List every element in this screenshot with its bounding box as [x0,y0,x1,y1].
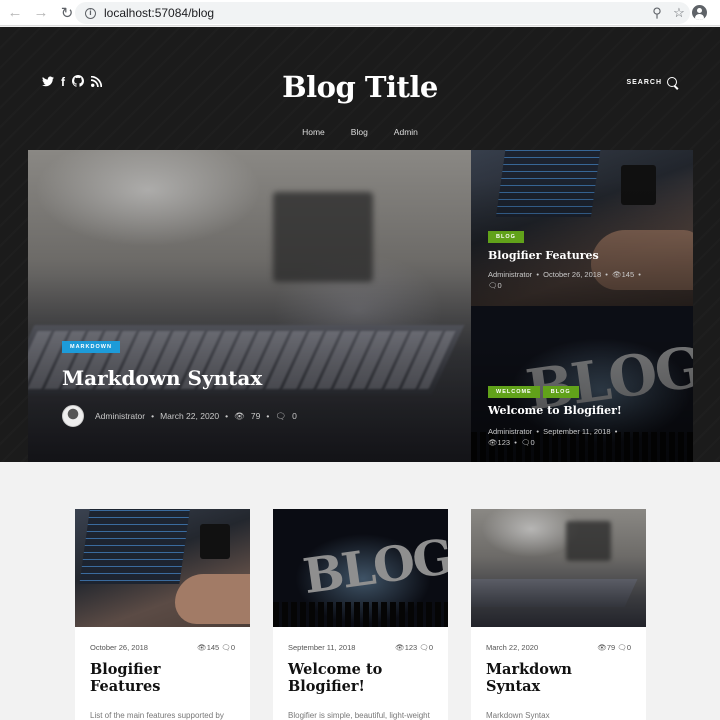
views-icon: 👁 [612,270,622,279]
featured-post-title[interactable]: Markdown Syntax [62,366,262,390]
side-post-meta: Administrator • September 11, 2018 • 👁12… [488,427,618,447]
zoom-icon[interactable]: ⚲ [646,5,668,21]
search-label: SEARCH [626,79,662,86]
nav-item-admin[interactable]: Admin [394,127,418,137]
forward-icon[interactable]: → [30,2,52,24]
views-count: 79 [250,411,261,421]
post-card[interactable]: October 26, 2018 👁145 🗨0 Blogifier Featu… [75,509,250,720]
comments-icon: 🗨 [488,281,498,290]
author-avatar [62,405,84,427]
search-icon [667,77,678,88]
post-card-excerpt: Markdown Syntax [486,711,550,720]
main-navigation: Home Blog Admin [0,127,720,137]
side-post-title[interactable]: Blogifier Features [488,249,599,262]
category-badge[interactable]: WELCOME [488,386,540,398]
post-card-title[interactable]: Blogifier Features [90,661,235,695]
comments-icon: 🗨 [521,438,531,447]
comments-count: 0 [230,643,235,652]
post-date: March 22, 2020 [160,411,220,421]
comments-count: 0 [626,643,631,652]
post-card-image[interactable] [471,509,646,627]
views-count: 145 [206,643,220,652]
post-stats: 👁79 🗨0 [597,643,631,652]
views-icon: 👁 [488,438,498,447]
featured-post-side[interactable]: BLOG WELCOME BLOG Welcome to Blogifier! … [471,306,693,462]
views-icon: 👁 [395,643,405,652]
comments-icon: 🗨 [419,643,429,652]
browser-toolbar: ← → ↻ i localhost:57084/blog ⚲ ☆ [0,0,720,26]
comments-count: 0 [428,643,433,652]
category-badge[interactable]: BLOG [488,231,524,243]
side-post-meta: Administrator • October 26, 2018 • 👁145 … [488,270,641,290]
featured-post-main[interactable]: MARKDOWN Markdown Syntax Administrator •… [28,150,471,462]
views-icon: 👁 [197,643,207,652]
url-text[interactable]: localhost:57084/blog [104,6,214,20]
post-card-excerpt: List of the main features supported by B… [90,711,224,720]
post-card[interactable]: BLOG September 11, 2018 👁123 🗨0 Welcome … [273,509,448,720]
author-name[interactable]: Administrator [488,270,532,279]
post-stats: 👁145 🗨0 [197,643,235,652]
comments-count: 0 [292,411,297,421]
comments-count: 0 [497,281,502,290]
views-icon: 👁 [234,410,245,421]
views-count: 123 [404,643,418,652]
comments-icon: 🗨 [275,410,287,421]
post-card-image[interactable]: BLOG [273,509,448,627]
nav-item-blog[interactable]: Blog [351,127,368,137]
badge-group: WELCOME BLOG [488,386,579,398]
post-date: September 11, 2018 [288,643,356,652]
bookmark-star-icon[interactable]: ☆ [668,5,690,21]
post-card-image[interactable] [75,509,250,627]
category-badge[interactable]: MARKDOWN [62,341,120,353]
post-date: October 26, 2018 [90,643,148,652]
side-post-title[interactable]: Welcome to Blogifier! [488,404,622,417]
post-card-excerpt: Blogifier is simple, beautiful, light-we… [288,711,430,720]
post-date: September 11, 2018 [543,427,611,436]
nav-item-home[interactable]: Home [302,127,325,137]
author-name[interactable]: Administrator [488,427,532,436]
views-icon: 👁 [597,643,607,652]
post-stats: 👁123 🗨0 [395,643,433,652]
post-card-title[interactable]: Markdown Syntax [486,661,631,695]
badge-group: BLOG [488,231,524,243]
post-date: October 26, 2018 [543,270,602,279]
info-icon[interactable]: i [85,7,96,19]
category-badge[interactable]: BLOG [542,386,579,398]
views-count: 145 [621,270,635,279]
post-card[interactable]: March 22, 2020 👁79 🗨0 Markdown Syntax Ma… [471,509,646,720]
views-count: 123 [497,438,511,447]
post-card-title[interactable]: Welcome to Blogifier! [288,661,433,695]
site-title[interactable]: Blog Title [0,70,720,104]
address-bar[interactable]: i localhost:57084/blog ⚲ ☆ [75,2,690,24]
post-date: March 22, 2020 [486,643,539,652]
search-button[interactable]: SEARCH [626,77,678,88]
comments-count: 0 [530,438,535,447]
featured-post-meta: Administrator • March 22, 2020 • 👁 79 • … [62,405,297,427]
profile-avatar-icon[interactable] [692,5,707,20]
featured-post-side[interactable]: BLOG Blogifier Features Administrator • … [471,150,693,306]
views-count: 79 [606,643,616,652]
comments-icon: 🗨 [617,643,627,652]
back-icon[interactable]: ← [4,2,26,24]
comments-icon: 🗨 [221,643,231,652]
author-name[interactable]: Administrator [95,411,145,421]
